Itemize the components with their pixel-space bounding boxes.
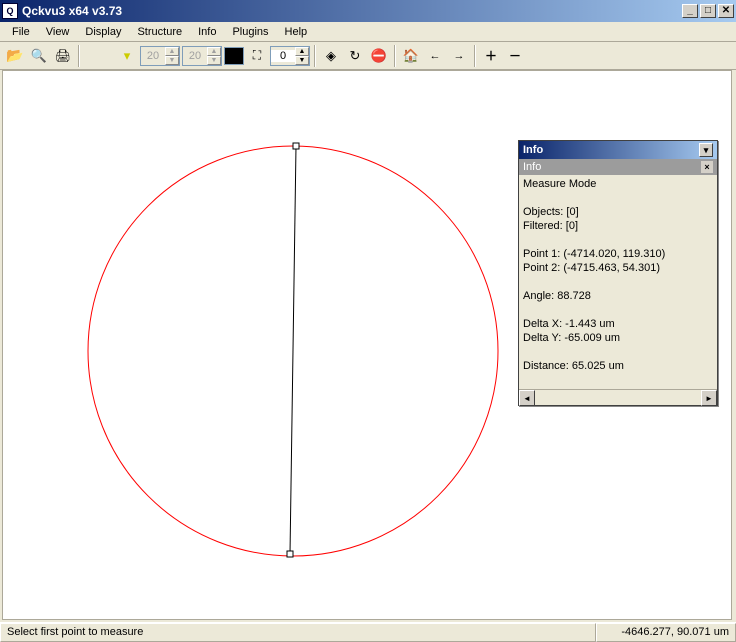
down-arrow-icon[interactable]: ▼ [295,56,309,65]
hierarchy-button[interactable]: ⛶ [246,45,268,67]
info-filtered: Filtered: [0] [523,219,713,233]
info-panel-subtitle: Info [523,161,541,173]
layers-icon: ◈ [326,48,336,64]
info-deltax: Delta X: -1.443 um [523,317,713,331]
filter-button[interactable]: ▾ [116,45,138,67]
refresh-icon: ↻ [350,48,361,64]
magnify-page-icon: 🔍 [31,48,47,64]
spinner-3-value: 0 [271,50,295,62]
menu-display[interactable]: Display [77,24,129,40]
funnel-icon: ▾ [124,48,131,64]
scroll-right-icon[interactable]: ► [701,390,717,406]
info-panel-subheader: Info × [519,159,717,175]
window-titlebar: Q Qckvu3 x64 v3.73 _ □ ✕ [0,0,736,22]
tree-icon: ⛶ [253,48,261,63]
minimize-button[interactable]: _ [682,4,698,18]
minus-icon: － [509,47,521,64]
plus-icon: ＋ [485,47,497,64]
color-swatch[interactable] [224,47,244,65]
status-bar: Select first point to measure -4646.277,… [0,622,736,642]
separator [394,45,396,67]
close-button[interactable]: ✕ [718,4,734,18]
window-title: Qckvu3 x64 v3.73 [22,4,682,18]
up-arrow-icon[interactable]: ▲ [295,47,309,56]
down-arrow-icon[interactable]: ▼ [165,56,179,65]
home-button[interactable]: 🏠 [400,45,422,67]
down-arrow-icon[interactable]: ▼ [207,56,221,65]
scroll-left-icon[interactable]: ◄ [519,390,535,406]
info-panel-body: Measure Mode Objects: [0] Filtered: [0] … [519,175,717,389]
info-mode: Measure Mode [523,177,713,191]
print-preview-button[interactable]: 🔍 [28,45,50,67]
info-panel-close-button[interactable]: × [701,161,713,173]
stop-button[interactable]: ⛔ [368,45,390,67]
info-angle: Angle: 88.728 [523,289,713,303]
info-deltay: Delta Y: -65.009 um [523,331,713,345]
refresh-button[interactable]: ↻ [344,45,366,67]
layers-button[interactable]: ◈ [320,45,342,67]
stop-icon: ⛔ [371,48,387,64]
printer-icon: 🖨 [55,48,72,64]
info-panel-pin-button[interactable]: ▾ [699,143,713,157]
separator [474,45,476,67]
measure-line [290,146,296,554]
info-panel-scrollbar[interactable]: ◄ ► [519,389,717,405]
info-panel-titlebar[interactable]: Info ▾ [519,141,717,159]
menu-help[interactable]: Help [277,24,316,40]
maximize-button[interactable]: □ [700,4,716,18]
info-objects: Objects: [0] [523,205,713,219]
status-coordinates: -4646.277, 90.071 um [596,623,736,642]
separator [78,45,80,67]
up-arrow-icon[interactable]: ▲ [207,47,221,56]
home-icon: 🏠 [403,48,419,64]
toolbar: 📂 🔍 🖨 ▾ 20 ▲▼ 20 ▲▼ ⛶ 0 ▲▼ ◈ ↻ ⛔ 🏠 ← → [0,42,736,70]
spinner-3[interactable]: 0 ▲▼ [270,46,310,66]
menu-plugins[interactable]: Plugins [224,24,276,40]
info-panel: Info ▾ Info × Measure Mode Objects: [0] … [518,140,718,406]
zoom-out-button[interactable]: － [504,45,526,67]
zoom-in-button[interactable]: ＋ [480,45,502,67]
arrow-left-icon: ← [430,50,441,62]
handle-top[interactable] [293,143,299,149]
info-panel-title: Info [523,144,543,156]
spinner-2[interactable]: 20 ▲▼ [182,46,222,66]
folder-open-icon: 📂 [6,47,23,64]
handle-bottom[interactable] [287,551,293,557]
menu-bar: File View Display Structure Info Plugins… [0,22,736,42]
menu-file[interactable]: File [4,24,38,40]
app-icon: Q [2,3,18,19]
info-point1: Point 1: (-4714.020, 119.310) [523,247,713,261]
menu-info[interactable]: Info [190,24,224,40]
menu-view[interactable]: View [38,24,78,40]
spinner-2-value: 20 [183,50,207,62]
up-arrow-icon[interactable]: ▲ [165,47,179,56]
menu-structure[interactable]: Structure [129,24,190,40]
open-button[interactable]: 📂 [4,45,26,67]
info-point2: Point 2: (-4715.463, 54.301) [523,261,713,275]
info-distance: Distance: 65.025 um [523,359,713,373]
arrow-right-icon: → [454,50,465,62]
forward-button[interactable]: → [448,45,470,67]
print-button[interactable]: 🖨 [52,45,74,67]
status-message: Select first point to measure [0,623,596,642]
separator [314,45,316,67]
back-button[interactable]: ← [424,45,446,67]
spinner-1-value: 20 [141,50,165,62]
spinner-1[interactable]: 20 ▲▼ [140,46,180,66]
